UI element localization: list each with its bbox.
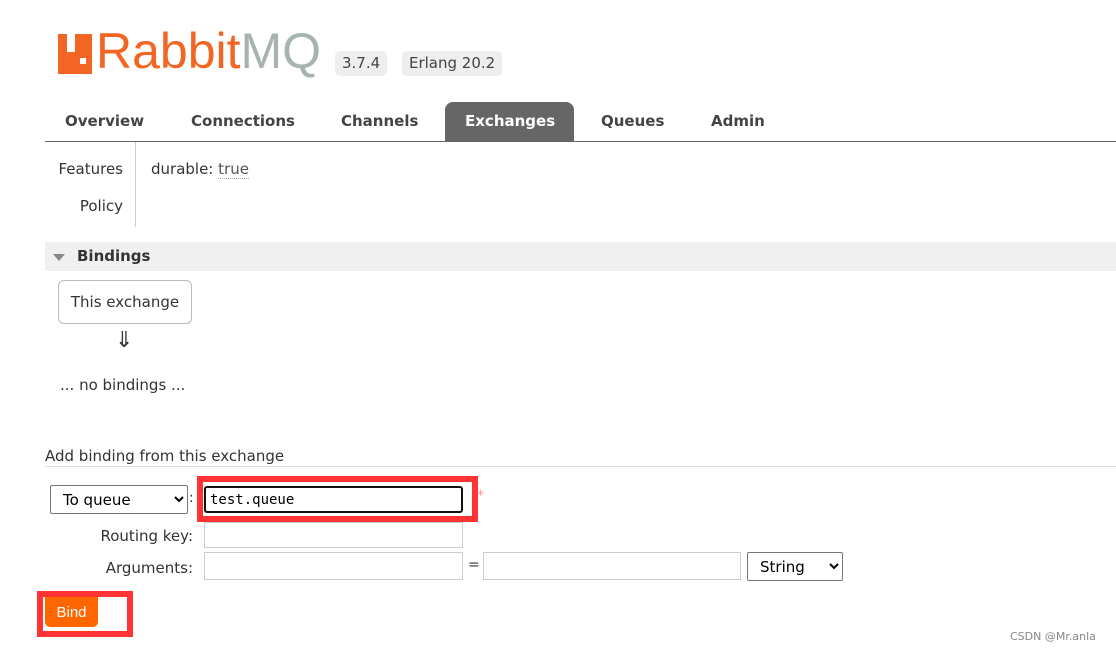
this-exchange-box: This exchange bbox=[58, 280, 192, 324]
collapse-triangle-icon bbox=[53, 254, 65, 261]
down-arrow-icon: ⇓ bbox=[115, 328, 134, 353]
durable-value: true bbox=[218, 160, 249, 179]
equals-sign: = bbox=[468, 557, 480, 573]
colon: : bbox=[189, 490, 194, 506]
bindings-title: Bindings bbox=[77, 247, 151, 265]
rabbitmq-logo: Rabbit MQ bbox=[58, 23, 322, 79]
destination-type-select[interactable]: To queue bbox=[50, 485, 188, 514]
features-value: durable: true bbox=[151, 160, 249, 179]
add-binding-title: Add binding from this exchange bbox=[45, 447, 1116, 467]
tab-connections[interactable]: Connections bbox=[171, 102, 315, 141]
tab-queues[interactable]: Queues bbox=[581, 102, 684, 141]
features-key: durable: bbox=[151, 160, 214, 178]
arguments-label: Arguments: bbox=[105, 559, 193, 577]
logo-text-mq: MQ bbox=[240, 23, 322, 79]
routing-key-label: Routing key: bbox=[100, 527, 194, 545]
version-badge: 3.7.4 bbox=[335, 51, 388, 76]
routing-key-input[interactable] bbox=[204, 522, 463, 548]
rabbit-logo-icon bbox=[58, 34, 92, 74]
argument-type-select[interactable]: String bbox=[747, 552, 843, 581]
logo-text: Rabbit bbox=[96, 23, 241, 79]
erlang-version-badge: Erlang 20.2 bbox=[402, 51, 503, 76]
required-mark: * bbox=[477, 488, 484, 504]
tab-admin[interactable]: Admin bbox=[691, 102, 785, 141]
destination-queue-input[interactable] bbox=[204, 486, 463, 513]
argument-value-input[interactable] bbox=[483, 552, 741, 580]
tab-exchanges[interactable]: Exchanges bbox=[445, 102, 574, 141]
features-label: Features bbox=[58, 160, 124, 178]
argument-key-input[interactable] bbox=[204, 552, 463, 580]
tab-overview[interactable]: Overview bbox=[45, 102, 164, 141]
watermark: CSDN @Mr.anla bbox=[1010, 630, 1096, 643]
divider bbox=[135, 142, 136, 227]
policy-label: Policy bbox=[79, 197, 123, 215]
main-nav: Overview Connections Channels Exchanges … bbox=[45, 102, 1116, 142]
bind-button[interactable]: Bind bbox=[45, 597, 98, 627]
no-bindings-text: ... no bindings ... bbox=[60, 376, 186, 394]
tab-channels[interactable]: Channels bbox=[321, 102, 438, 141]
bindings-section-header[interactable]: Bindings bbox=[45, 242, 1116, 271]
